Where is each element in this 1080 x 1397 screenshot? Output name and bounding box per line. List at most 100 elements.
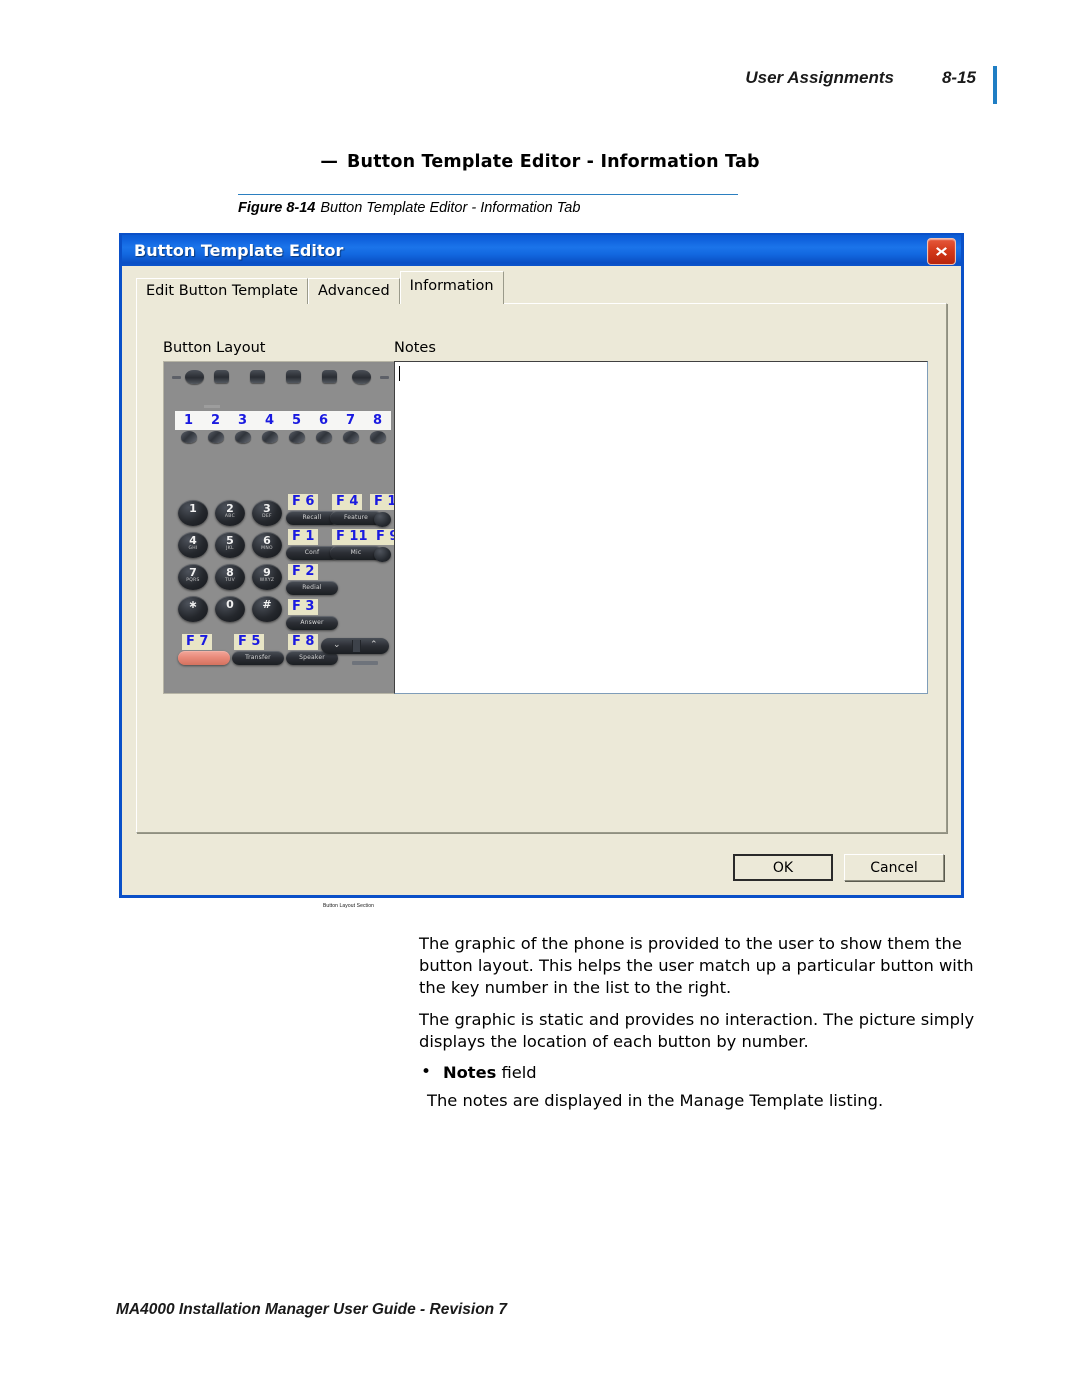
keypad-digit: 1	[189, 502, 197, 515]
keypad-digit: ∗	[188, 598, 198, 611]
body-paragraph-1: The graphic of the phone is provided to …	[419, 934, 974, 998]
keypad-key-8: 8 TUV	[215, 564, 245, 590]
dialog-title: Button Template Editor	[134, 241, 344, 260]
figure-caption: Figure 8-14 Button Template Editor - Info…	[238, 200, 580, 216]
volume-down-icon: ⌄	[333, 640, 341, 650]
keypad-key-pound: #	[252, 596, 282, 622]
dialog-titlebar[interactable]: Button Template Editor	[122, 233, 961, 266]
keypad-digit: #	[262, 598, 272, 611]
softkey-4	[286, 370, 301, 383]
keypad-letters: GHI	[188, 546, 198, 551]
softkey-5	[322, 370, 337, 383]
keypad-row: 7 PQRS 8 TUV 9 WXYZ	[178, 564, 290, 590]
keypad-key-star: ∗	[178, 596, 208, 622]
figure-number: Figure 8-14	[238, 200, 316, 216]
softkey-1	[185, 370, 204, 384]
function-label-f7: F 7	[182, 634, 213, 650]
function-label-f8: F 8	[288, 634, 319, 650]
keypad-digit: 6	[263, 534, 271, 547]
keypad-letters: ABC	[224, 514, 236, 519]
softkey-marker-left	[172, 376, 181, 379]
function-key-release	[178, 651, 230, 665]
keypad-digit: 4	[189, 534, 197, 547]
tab-information[interactable]: Information	[399, 271, 504, 304]
function-label-f5: F 5	[234, 634, 265, 650]
button-template-editor-dialog: Button Template Editor Edit Button Templ…	[119, 233, 964, 898]
keypad-row: 1 2 ABC 3 DEF	[178, 500, 290, 526]
header-page-number: 8-15	[941, 68, 976, 87]
function-label-f4: F 4	[332, 494, 363, 510]
phone-top-softkeys	[172, 369, 396, 386]
ok-button[interactable]: OK	[733, 854, 833, 881]
function-label-f1: F 1	[288, 529, 319, 545]
line-key-number: 6	[318, 413, 329, 428]
line-key-number: 1	[183, 413, 194, 428]
keypad-key-1: 1	[178, 500, 208, 526]
line-key-button	[337, 430, 364, 446]
header-accent-bar	[993, 66, 997, 104]
line-key-number: 3	[237, 413, 248, 428]
line-key-button	[364, 430, 391, 446]
function-key-caption: Transfer	[245, 654, 271, 661]
phone-keypad: 1 2 ABC 3 DEF 4 GHI 5 JKL 6 MNO 7 PQRS 8…	[178, 500, 290, 628]
body-content: The graphic of the phone is provided to …	[419, 933, 999, 1112]
tab-panel-information: Button Layout Notes 1 2 3 4 5 6 7 8 1 2 …	[136, 303, 947, 833]
keypad-row: ∗ 0 #	[178, 596, 290, 622]
function-key-caption: Answer	[300, 619, 324, 626]
keypad-letters: TUV	[224, 578, 236, 583]
keypad-key-3: 3 DEF	[252, 500, 282, 526]
function-key-transfer: Transfer	[232, 651, 284, 665]
volume-rocker: ⌄ ⌃	[321, 638, 389, 654]
bullet-label-bold: Notes	[443, 1063, 497, 1083]
rocker-divider	[352, 640, 361, 652]
dialog-button-row: OK Cancel	[733, 854, 944, 881]
bullet-notes-field: Notes field	[419, 1061, 999, 1084]
function-label-f2: F 2	[288, 564, 319, 580]
notes-label: Notes	[394, 340, 436, 356]
keypad-key-4: 4 GHI	[178, 532, 208, 558]
line-key-button	[283, 430, 310, 446]
notes-input[interactable]	[394, 361, 928, 694]
line-key-number: 2	[210, 413, 221, 428]
tab-advanced[interactable]: Advanced	[308, 278, 400, 304]
header-section-title: User Assignments	[745, 68, 894, 87]
keypad-letters: MNO	[261, 546, 273, 551]
body-paragraph-3: The notes are displayed in the Manage Te…	[427, 1091, 884, 1111]
function-key-f9	[374, 547, 391, 562]
function-label-f6: F 6	[288, 494, 319, 510]
heading-dash: —	[320, 152, 339, 172]
softkey-marker-right	[380, 376, 389, 379]
keypad-key-2: 2 ABC	[215, 500, 245, 526]
keypad-row: 4 GHI 5 JKL 6 MNO	[178, 532, 290, 558]
line-key-number: 8	[372, 413, 383, 428]
softkey-3	[250, 370, 265, 383]
text-caret	[399, 366, 400, 381]
phone-display-mark	[204, 405, 220, 408]
phone-body: 1 2 3 4 5 6 7 8 1 2 ABC 3 DEF 4 GHI 5 JK…	[166, 364, 400, 691]
keypad-letters: PQRS	[186, 578, 200, 583]
function-key-caption: Speaker	[299, 654, 325, 661]
page-footer: MA4000 Installation Manager User Guide -…	[116, 1301, 508, 1318]
tab-edit-button-template[interactable]: Edit Button Template	[136, 278, 309, 304]
function-key-caption: Redial	[302, 584, 322, 591]
dialog-body: Edit Button Template Advanced Informatio…	[122, 266, 961, 895]
page-header: User Assignments 8-15	[0, 66, 1080, 104]
line-key-button	[202, 430, 229, 446]
page-title: — Button Template Editor - Information Ta…	[0, 152, 1080, 172]
keypad-digit: 0	[226, 598, 234, 611]
function-key-f10	[374, 512, 391, 527]
function-label-f3: F 3	[288, 599, 319, 615]
line-key-number: 7	[345, 413, 356, 428]
close-icon[interactable]	[927, 238, 956, 265]
keypad-digit: 3	[263, 502, 271, 515]
tab-strip: Edit Button Template Advanced Informatio…	[136, 271, 504, 304]
keypad-letters: JKL	[226, 546, 234, 551]
keypad-digit: 2	[226, 502, 234, 515]
keypad-digit: 7	[189, 566, 197, 579]
cancel-button[interactable]: Cancel	[844, 854, 944, 881]
button-layout-label: Button Layout	[163, 340, 266, 356]
softkey-2	[214, 370, 229, 383]
volume-up-icon: ⌃	[370, 640, 378, 650]
line-key-number: 4	[264, 413, 275, 428]
figure-caption-text: Button Template Editor - Information Tab	[320, 200, 581, 216]
